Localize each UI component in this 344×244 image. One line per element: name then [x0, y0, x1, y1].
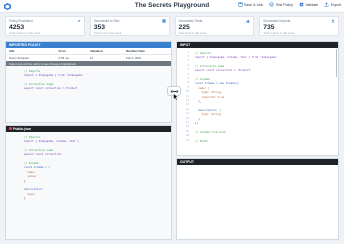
code-line: // Model: [195, 138, 208, 143]
check-icon: [161, 19, 166, 23]
stat-label: Successful Tests: [178, 19, 203, 23]
thumb-icon: [246, 19, 250, 23]
input-code-editor[interactable]: 1 2 3 4 5 6 7 8 9 10 11 12 13 14 15 16 1…: [177, 47, 338, 155]
toolbar-actions: Save & Link Test Policy Validate Export: [237, 2, 341, 7]
stat-subtext: Total tests in last week: [178, 31, 207, 35]
test-policy-button[interactable]: Test Policy: [269, 2, 293, 7]
output-panel: OUTPUT: [176, 158, 339, 240]
pencil-icon: [77, 19, 81, 23]
stat-subtext: Total runs in last week: [93, 31, 122, 35]
mouse-cursor-icon: [173, 93, 179, 101]
stat-card-successful-imports: Successful Imports 735 Total imports in …: [259, 16, 339, 36]
stat-label: Policy Evaluated: [9, 19, 33, 23]
test-policy-label: Test Policy: [275, 2, 293, 7]
export-label: Export: [330, 2, 341, 7]
input-panel: INPUT 1 2 3 4 5 6 7 8 9 10 11 12 13 14 1…: [176, 41, 339, 156]
status-dot-icon: [9, 127, 12, 131]
output-title: OUTPUT: [180, 159, 194, 164]
input-scrollbar[interactable]: [335, 49, 337, 77]
public-json-title: Public.json: [13, 126, 32, 131]
line-number-gutter: 1 2 3 4 5 6 7 8 9 10 11 12 13 14 15 16 1…: [185, 50, 189, 142]
stat-label: Successful to Run: [93, 19, 120, 23]
stat-value: 353: [93, 23, 106, 31]
stat-value: 225: [178, 23, 190, 31]
stat-label: Successful Imports: [263, 19, 291, 23]
imported-policy-panel: IMPORTED POLICY URL From Validated Modif…: [5, 41, 172, 123]
policy-code-editor[interactable]: // Imports import { Indexgame } from 'Ind…: [6, 65, 171, 122]
validate-label: Validate: [305, 2, 319, 7]
stat-card-successful-run: Successful to Run 353 Total runs in last…: [89, 16, 170, 36]
top-bar: The Secrets Playground Save & Link Test …: [0, 0, 344, 13]
stats-row: Policy Evaluated 4253 Total policies in …: [5, 16, 339, 36]
stat-card-policy-evaluated: Policy Evaluated 4253 Total policies in …: [5, 16, 85, 36]
public-json-panel: Public.json // Imports import { Indexgame…: [5, 125, 172, 240]
code-line: }: [24, 196, 26, 201]
code-line: export const collection = Product: [24, 86, 78, 91]
test-icon: [269, 2, 274, 7]
stat-subtext: Total policies in last week: [9, 31, 41, 35]
save-link-button[interactable]: Save & Link: [237, 2, 264, 7]
stat-card-successful-tests: Successful Tests 225 Total tests in last…: [174, 16, 255, 36]
stat-value: 4253: [9, 23, 25, 31]
save-link-label: Save & Link: [244, 2, 264, 7]
upload-icon: [331, 19, 335, 23]
app-logo-icon[interactable]: [3, 2, 12, 11]
stat-value: 735: [263, 23, 275, 31]
output-area[interactable]: [177, 164, 338, 239]
save-icon: [237, 2, 243, 7]
export-icon: [324, 2, 329, 7]
stat-subtext: Total imports in last week: [263, 31, 295, 35]
input-title: INPUT: [180, 42, 191, 47]
validate-icon: [299, 2, 304, 7]
validate-button[interactable]: Validate: [299, 2, 318, 7]
public-code-editor[interactable]: // Imports import { Indexgame, Schema, Te…: [6, 131, 171, 239]
export-button[interactable]: Export: [324, 2, 341, 7]
policy-table: URL From Validated Modified Date Demo Sn…: [6, 47, 171, 61]
